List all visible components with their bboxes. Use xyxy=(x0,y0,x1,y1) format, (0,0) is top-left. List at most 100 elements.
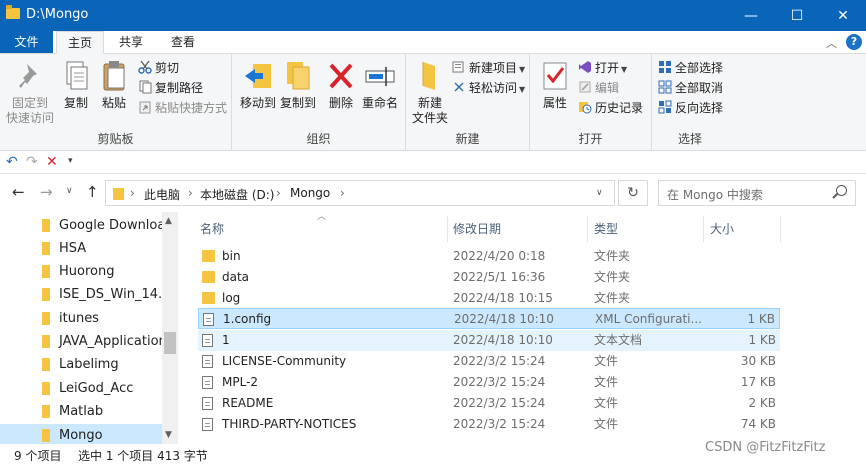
column-header-date[interactable]: 修改日期 xyxy=(453,220,501,237)
column-header-name[interactable]: 名称 xyxy=(200,220,224,237)
nav-scrollbar[interactable]: ▲ ▼ xyxy=(162,212,178,444)
nav-item-mongo[interactable]: Mongo xyxy=(0,424,162,444)
redo-icon[interactable]: ↷ xyxy=(26,154,38,170)
folder-icon xyxy=(202,250,215,262)
select-all-button[interactable]: 全部选择 xyxy=(658,59,723,78)
forward-arrow-icon[interactable]: → xyxy=(40,183,53,201)
delete-quick-icon[interactable]: ✕ xyxy=(46,154,58,170)
nav-item-ise-ds[interactable]: ISE_DS_Win_14.7_1 xyxy=(0,283,162,306)
crumb-mongo[interactable]: Mongo xyxy=(290,186,330,200)
crumb-drive-d[interactable]: 本地磁盘 (D:) xyxy=(200,186,274,203)
ribbon-tab-bar: 文件 主页 共享 查看 ︿ ? xyxy=(0,31,866,54)
address-bar[interactable]: › 此电脑 › 本地磁盘 (D:) › Mongo › ∨ xyxy=(105,180,615,206)
rename-icon xyxy=(363,58,397,94)
open-group: 属性 打开 ▼ 编辑 历史记录 打开 xyxy=(530,54,652,150)
paste-shortcut-button[interactable]: 粘贴快捷方式 xyxy=(138,99,227,118)
copy-to-button[interactable]: 复制到 xyxy=(278,58,318,111)
minimize-button[interactable]: — xyxy=(728,0,774,31)
help-icon[interactable]: ? xyxy=(846,34,862,50)
pin-quick-access-button[interactable]: 固定到 快速访问 xyxy=(4,58,56,126)
properties-button[interactable]: 属性 xyxy=(538,58,572,111)
address-dropdown-icon[interactable]: ∨ xyxy=(596,188,603,198)
easy-access-button[interactable]: 轻松访问 ▼ xyxy=(452,79,525,98)
recent-locations-icon[interactable]: ∨ xyxy=(66,186,73,196)
new-folder-icon xyxy=(413,58,447,94)
search-icon[interactable] xyxy=(836,185,847,196)
nav-item-matlab[interactable]: Matlab xyxy=(0,400,162,423)
move-to-button[interactable]: 移动到 xyxy=(238,58,278,111)
folder-icon xyxy=(202,271,215,283)
scroll-up-icon[interactable]: ▲ xyxy=(165,216,172,226)
nav-item-java-application[interactable]: JAVA_Application xyxy=(0,330,162,353)
new-folder-button[interactable]: 新建 文件夹 xyxy=(410,58,450,126)
edit-button[interactable]: 编辑 xyxy=(578,79,619,98)
tab-view[interactable]: 查看 xyxy=(158,31,208,53)
delete-button[interactable]: 删除 xyxy=(324,58,358,111)
crumb-this-pc[interactable]: 此电脑 xyxy=(144,186,180,203)
customize-qat-icon[interactable]: ▾ xyxy=(68,156,73,166)
file-row[interactable]: THIRD-PARTY-NOTICES 2022/3/2 15:24 文件 74 KB xyxy=(198,414,780,435)
nav-item-labelimg[interactable]: Labelimg xyxy=(0,353,162,376)
watermark: CSDN @FitzFitzFitz xyxy=(705,440,826,455)
copy-icon xyxy=(59,58,93,94)
organize-group-label: 组织 xyxy=(306,132,331,146)
file-row[interactable]: README 2022/3/2 15:24 文件 2 KB xyxy=(198,393,780,414)
scissors-icon xyxy=(138,60,152,74)
folder-icon xyxy=(42,312,50,325)
file-row[interactable]: bin 2022/4/20 0:18 文件夹 xyxy=(198,246,780,267)
file-row[interactable]: log 2022/4/18 10:15 文件夹 xyxy=(198,288,780,309)
nav-item-itunes[interactable]: itunes xyxy=(0,307,162,330)
search-box[interactable]: 在 Mongo 中搜索 xyxy=(658,180,856,206)
column-header-size[interactable]: 大小 xyxy=(710,220,734,237)
history-icon xyxy=(578,100,592,114)
column-header-type[interactable]: 类型 xyxy=(594,220,618,237)
nav-item-hsa[interactable]: HSA xyxy=(0,237,162,260)
quick-access-toolbar: ↶ ↷ ✕ ▾ xyxy=(0,151,866,174)
copy-button[interactable]: 复制 xyxy=(58,58,94,111)
open-button[interactable]: 打开 ▼ xyxy=(578,59,627,78)
copy-to-icon xyxy=(281,58,315,94)
crumb-sep-icon[interactable]: › xyxy=(276,186,281,200)
history-button[interactable]: 历史记录 xyxy=(578,99,643,118)
new-item-button[interactable]: 新建项目 ▼ xyxy=(452,59,525,78)
up-arrow-icon[interactable]: ↑ xyxy=(86,183,99,201)
tab-share[interactable]: 共享 xyxy=(106,31,156,53)
paste-button[interactable]: 粘贴 xyxy=(96,58,132,111)
file-list[interactable]: ︿ 名称 修改日期 类型 大小 bin 2022/4/20 0:18 文件夹 dat… xyxy=(180,212,866,444)
navigation-pane[interactable]: Google Download HSA Huorong ISE_DS_Win_1… xyxy=(0,212,178,444)
nav-item-leigod-acc[interactable]: LeiGod_Acc xyxy=(0,377,162,400)
folder-icon xyxy=(42,242,50,255)
select-none-button[interactable]: 全部取消 xyxy=(658,79,723,98)
refresh-button[interactable]: ↻ xyxy=(618,180,648,206)
back-arrow-icon[interactable]: ← xyxy=(12,183,25,201)
crumb-sep-icon[interactable]: › xyxy=(130,186,135,200)
close-button[interactable]: ✕ xyxy=(820,0,866,31)
undo-icon[interactable]: ↶ xyxy=(6,154,18,170)
copy-path-button[interactable]: 复制路径 xyxy=(138,79,203,98)
file-row[interactable]: MPL-2 2022/3/2 15:24 文件 17 KB xyxy=(198,372,780,393)
file-row[interactable]: data 2022/5/1 16:36 文件夹 xyxy=(198,267,780,288)
tab-file[interactable]: 文件 xyxy=(0,31,53,53)
maximize-button[interactable]: ☐ xyxy=(774,0,820,31)
invert-selection-button[interactable]: 反向选择 xyxy=(658,99,723,118)
folder-icon xyxy=(42,358,50,371)
scroll-thumb[interactable] xyxy=(164,332,176,354)
collapse-ribbon-icon[interactable]: ︿ xyxy=(826,35,837,51)
nav-item-google-download[interactable]: Google Download xyxy=(0,214,162,237)
crumb-sep-icon[interactable]: › xyxy=(188,186,193,200)
crumb-sep-icon[interactable]: › xyxy=(340,186,345,200)
select-none-icon xyxy=(658,80,672,94)
refresh-icon: ↻ xyxy=(627,185,639,201)
cut-button[interactable]: 剪切 xyxy=(138,59,179,78)
file-row[interactable]: LICENSE-Community 2022/3/2 15:24 文件 30 KB xyxy=(198,351,780,372)
pin-icon xyxy=(13,58,47,94)
file-row-selected[interactable]: 1.config 2022/4/18 10:10 XML Configurati..… xyxy=(198,308,780,329)
tab-home[interactable]: 主页 xyxy=(56,31,104,54)
nav-item-huorong[interactable]: Huorong xyxy=(0,260,162,283)
text-file-icon xyxy=(202,334,213,347)
new-group-label: 新建 xyxy=(455,132,480,146)
file-row[interactable]: 1 2022/4/18 10:10 文本文档 1 KB xyxy=(198,330,780,351)
rename-button[interactable]: 重命名 xyxy=(360,58,400,111)
scroll-down-icon[interactable]: ▼ xyxy=(165,430,172,440)
folder-icon xyxy=(42,265,50,278)
